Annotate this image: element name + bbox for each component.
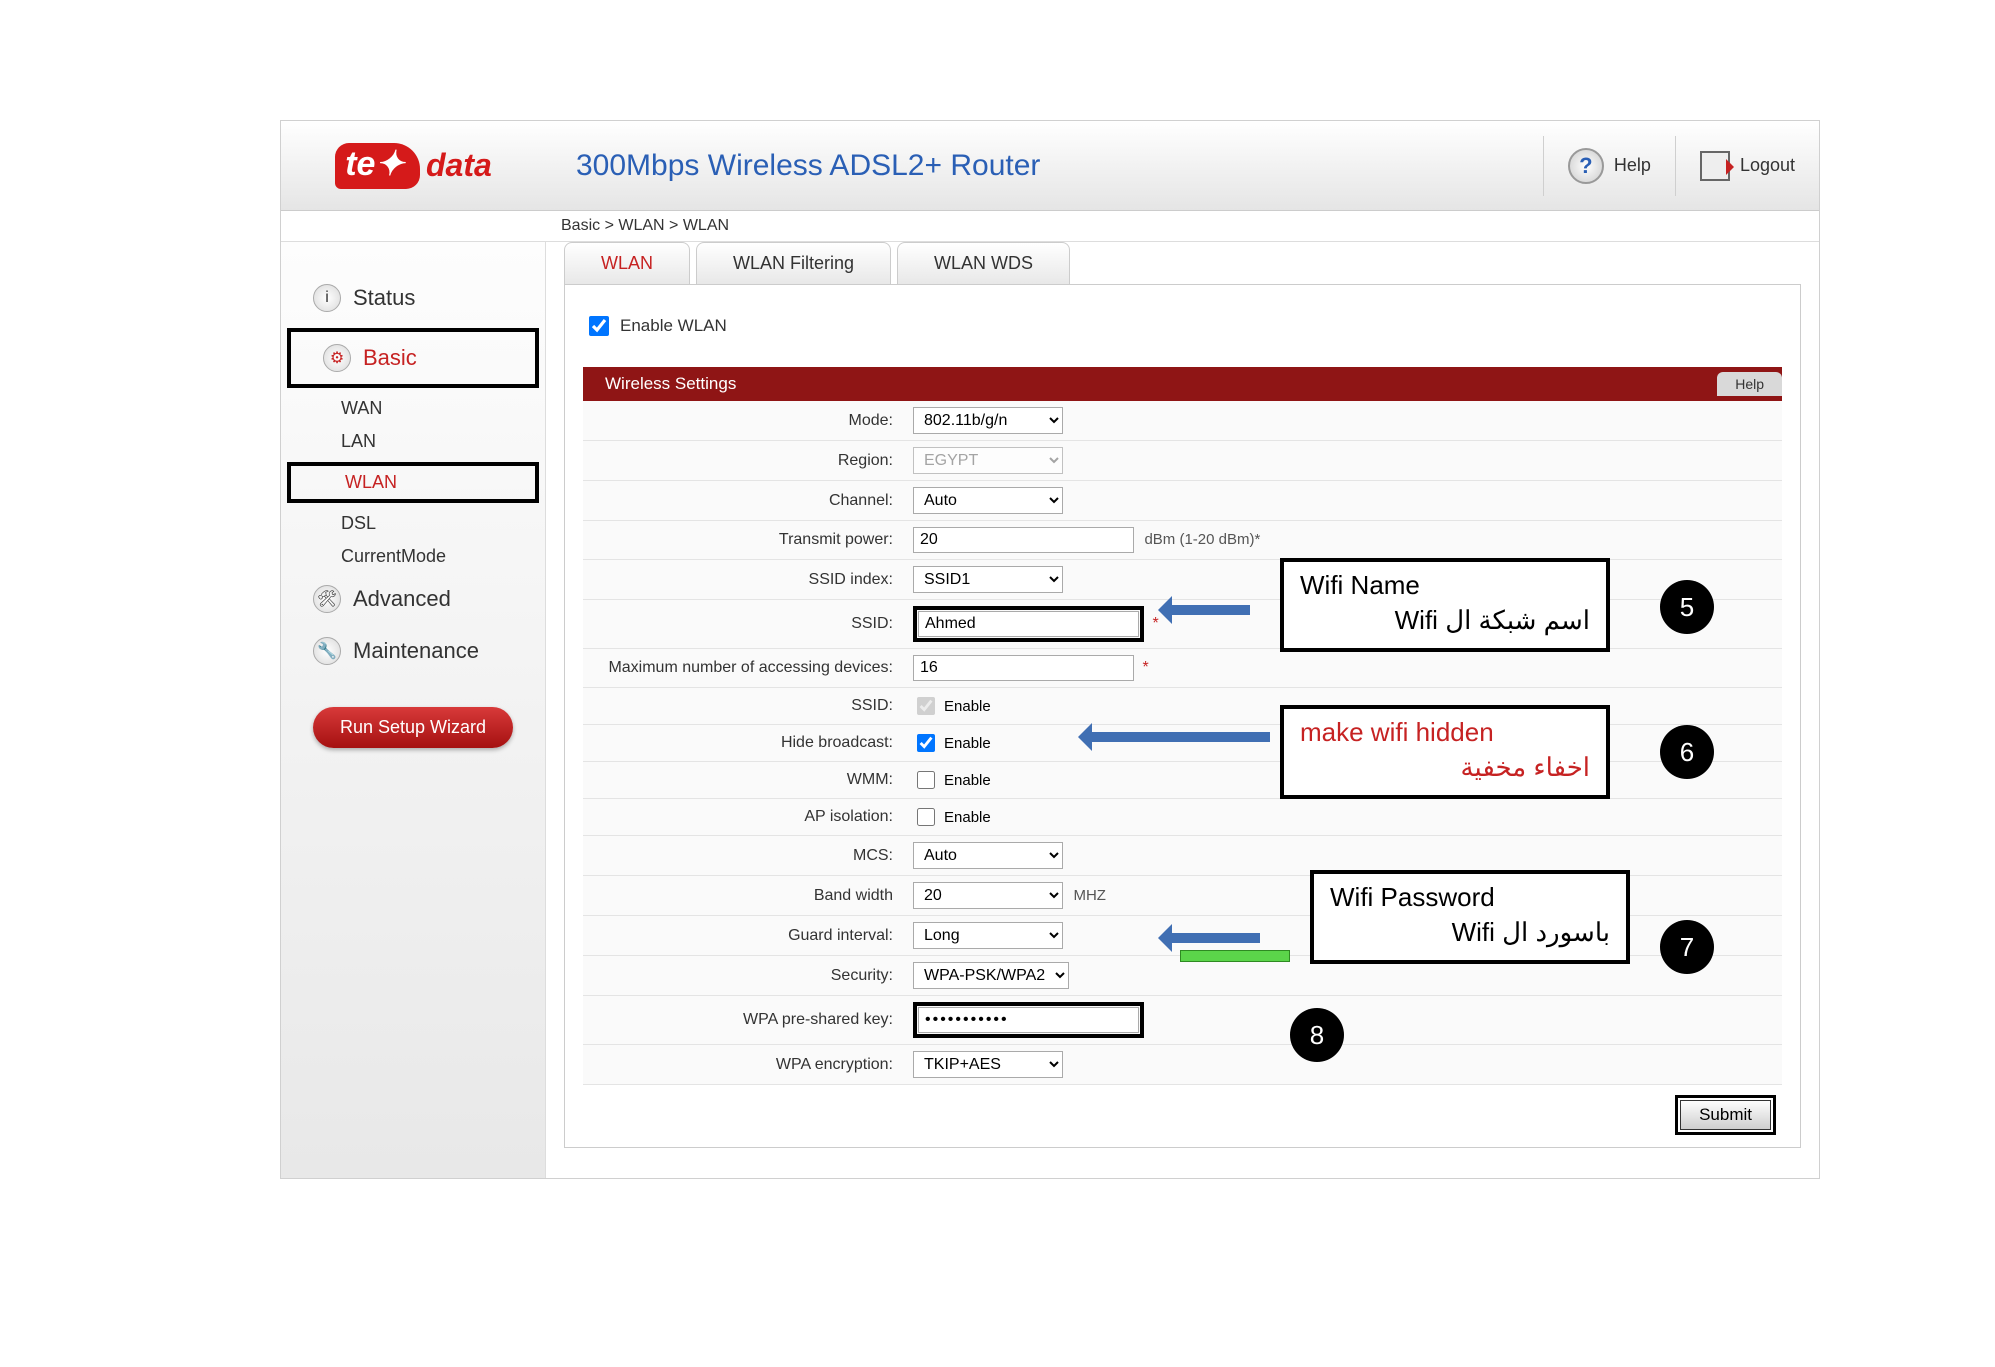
sidebar-sub-wlan[interactable]: WLAN bbox=[291, 466, 535, 499]
hide-opt: Enable bbox=[944, 735, 991, 752]
bw-label: Band width bbox=[583, 876, 903, 916]
maxdev-required: * bbox=[1142, 659, 1148, 676]
logout-icon bbox=[1700, 151, 1730, 181]
ssid-required: * bbox=[1152, 615, 1158, 632]
content-area: WLAN WLAN Filtering WLAN WDS Enable WLAN… bbox=[546, 242, 1819, 1178]
txpower-input[interactable] bbox=[913, 527, 1134, 553]
enable-wlan-label: Enable WLAN bbox=[620, 316, 727, 336]
sidebar: i Status ⚙ Basic WAN LAN WLAN DSL Curren… bbox=[281, 242, 546, 1178]
ssid-label: SSID: bbox=[583, 600, 903, 649]
apiso-label: AP isolation: bbox=[583, 799, 903, 836]
psk-input[interactable] bbox=[918, 1007, 1139, 1033]
sidebar-item-basic[interactable]: ⚙ Basic bbox=[291, 332, 535, 384]
enc-label: WPA encryption: bbox=[583, 1045, 903, 1085]
wmm-opt: Enable bbox=[944, 772, 991, 789]
wrench-icon: 🔧 bbox=[313, 637, 341, 665]
sidebar-sub-lan[interactable]: LAN bbox=[281, 425, 545, 458]
ssidindex-label: SSID index: bbox=[583, 560, 903, 600]
run-setup-wizard-button[interactable]: Run Setup Wizard bbox=[313, 707, 513, 748]
highlight-basic: ⚙ Basic bbox=[287, 328, 539, 388]
mode-label: Mode: bbox=[583, 401, 903, 441]
gear-icon: ⚙ bbox=[323, 344, 351, 372]
mcs-label: MCS: bbox=[583, 836, 903, 876]
mode-select[interactable]: 802.11b/g/n bbox=[913, 407, 1063, 434]
logo: te✦ data bbox=[281, 121, 546, 211]
sidebar-label-maintenance: Maintenance bbox=[353, 638, 479, 664]
sidebar-sub-mode[interactable]: CurrentMode bbox=[281, 540, 545, 573]
txpower-label: Transmit power: bbox=[583, 521, 903, 560]
bw-select[interactable]: 20 bbox=[913, 882, 1063, 909]
logout-label: Logout bbox=[1740, 155, 1795, 176]
help-button[interactable]: ? Help bbox=[1543, 136, 1675, 196]
maxdev-label: Maximum number of accessing devices: bbox=[583, 649, 903, 688]
maxdev-input[interactable] bbox=[913, 655, 1134, 681]
apiso-opt: Enable bbox=[944, 809, 991, 826]
tab-bar: WLAN WLAN Filtering WLAN WDS bbox=[564, 242, 1801, 284]
gi-label: Guard interval: bbox=[583, 916, 903, 956]
ssidindex-select[interactable]: SSID1 bbox=[913, 566, 1063, 593]
region-select[interactable]: EGYPT bbox=[913, 447, 1063, 474]
sidebar-sub-wan[interactable]: WAN bbox=[281, 392, 545, 425]
sidebar-label-advanced: Advanced bbox=[353, 586, 451, 612]
submit-row: Submit bbox=[583, 1085, 1782, 1135]
logout-button[interactable]: Logout bbox=[1675, 136, 1819, 196]
wmm-label: WMM: bbox=[583, 762, 903, 799]
highlight-psk bbox=[913, 1002, 1144, 1038]
highlight-submit: Submit bbox=[1675, 1095, 1776, 1135]
sidebar-sub-dsl[interactable]: DSL bbox=[281, 507, 545, 540]
ssidenable-opt: Enable bbox=[944, 698, 991, 715]
sidebar-label-basic: Basic bbox=[363, 345, 417, 371]
ssid-input[interactable] bbox=[918, 611, 1139, 637]
apiso-checkbox[interactable] bbox=[917, 808, 935, 826]
security-label: Security: bbox=[583, 956, 903, 996]
breadcrumb: Basic > WLAN > WLAN bbox=[281, 211, 1819, 242]
help-label: Help bbox=[1614, 155, 1651, 176]
sidebar-label-status: Status bbox=[353, 285, 415, 311]
gi-select[interactable]: Long bbox=[913, 922, 1063, 949]
psk-label: WPA pre-shared key: bbox=[583, 996, 903, 1045]
page-title: 300Mbps Wireless ADSL2+ Router bbox=[546, 149, 1543, 183]
sidebar-item-maintenance[interactable]: 🔧 Maintenance bbox=[281, 625, 545, 677]
txpower-hint: dBm (1-20 dBm)* bbox=[1144, 531, 1260, 548]
enable-wlan-checkbox[interactable] bbox=[589, 316, 609, 336]
ssidenable-label: SSID: bbox=[583, 688, 903, 725]
enable-wlan-row[interactable]: Enable WLAN bbox=[583, 307, 1782, 367]
security-select[interactable]: WPA-PSK/WPA2 bbox=[913, 962, 1069, 989]
logo-mark: te✦ bbox=[335, 143, 420, 189]
router-admin-window: te✦ data 300Mbps Wireless ADSL2+ Router … bbox=[280, 120, 1820, 1179]
tab-wlan-wds[interactable]: WLAN WDS bbox=[897, 242, 1070, 284]
help-icon: ? bbox=[1568, 148, 1604, 184]
hide-checkbox[interactable] bbox=[917, 734, 935, 752]
hide-label: Hide broadcast: bbox=[583, 725, 903, 762]
region-label: Region: bbox=[583, 441, 903, 481]
info-icon: i bbox=[313, 284, 341, 312]
wmm-checkbox[interactable] bbox=[917, 771, 935, 789]
settings-table: Mode: 802.11b/g/n Region: EGYPT Channel:… bbox=[583, 401, 1782, 1085]
header-bar: te✦ data 300Mbps Wireless ADSL2+ Router … bbox=[281, 121, 1819, 211]
enc-select[interactable]: TKIP+AES bbox=[913, 1051, 1063, 1078]
sidebar-item-advanced[interactable]: 🛠 Advanced bbox=[281, 573, 545, 625]
mcs-select[interactable]: Auto bbox=[913, 842, 1063, 869]
tab-wlan[interactable]: WLAN bbox=[564, 242, 690, 284]
bw-hint: MHZ bbox=[1073, 887, 1106, 904]
highlight-wlan: WLAN bbox=[287, 462, 539, 503]
channel-select[interactable]: Auto bbox=[913, 487, 1063, 514]
tools-icon: 🛠 bbox=[313, 585, 341, 613]
section-title: Wireless Settings bbox=[583, 368, 758, 400]
tab-wlan-filtering[interactable]: WLAN Filtering bbox=[696, 242, 891, 284]
highlight-ssid bbox=[913, 606, 1144, 642]
sidebar-item-status[interactable]: i Status bbox=[281, 272, 545, 324]
section-header: Wireless Settings Help bbox=[583, 367, 1782, 401]
settings-panel: Enable WLAN Wireless Settings Help Mode:… bbox=[564, 284, 1801, 1148]
channel-label: Channel: bbox=[583, 481, 903, 521]
logo-text: data bbox=[426, 147, 492, 184]
submit-button[interactable]: Submit bbox=[1680, 1100, 1771, 1130]
section-help-link[interactable]: Help bbox=[1717, 372, 1782, 396]
ssidenable-checkbox[interactable] bbox=[917, 697, 935, 715]
